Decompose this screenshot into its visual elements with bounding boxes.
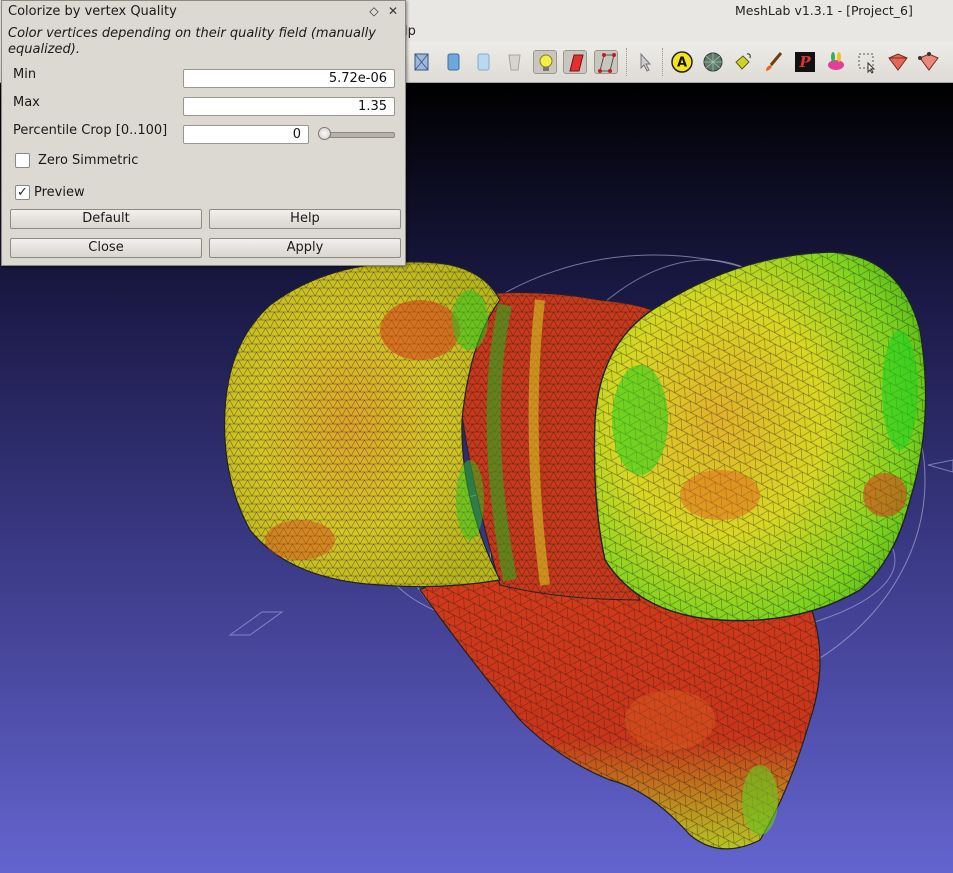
toolbar-separator [662, 48, 665, 76]
brush-icon[interactable] [762, 50, 786, 74]
max-field[interactable] [183, 97, 395, 116]
close-icon[interactable]: ✕ [385, 3, 401, 19]
select-faces-icon[interactable] [886, 50, 910, 74]
pointer-icon[interactable] [633, 50, 657, 74]
trackball-marker [927, 459, 953, 473]
percentile-crop-slider-track[interactable] [320, 132, 395, 138]
help-button[interactable]: Help [209, 209, 401, 229]
apply-button[interactable]: Apply [209, 238, 401, 258]
float-icon[interactable]: ◇ [366, 3, 382, 19]
red-box-icon[interactable] [563, 50, 587, 74]
light-bulb-icon[interactable] [533, 50, 557, 74]
percentile-crop-slider-handle[interactable] [318, 127, 331, 140]
preview-checkbox[interactable]: ✓ [15, 185, 30, 200]
select-vertices-icon[interactable] [917, 50, 941, 74]
percentile-crop-label: Percentile Crop [0..100] [13, 123, 168, 138]
vertex-box-icon[interactable] [594, 50, 618, 74]
dialog-title: Colorize by vertex Quality [8, 4, 177, 19]
min-label: Min [13, 67, 37, 82]
default-button[interactable]: Default [10, 209, 202, 229]
trackball-marker [228, 611, 284, 636]
cylinder-icon[interactable] [442, 50, 466, 74]
mesh-gray-icon[interactable] [503, 50, 527, 74]
percentile-crop-field[interactable] [183, 125, 309, 144]
min-field[interactable] [183, 69, 395, 88]
close-button[interactable]: Close [10, 238, 202, 258]
bunny-icon[interactable] [824, 50, 848, 74]
svg-text:P: P [798, 53, 811, 71]
window-title: MeshLab v1.3.1 - [Project_6] [735, 3, 913, 18]
preview-label: Preview [34, 185, 85, 200]
toolbar-separator [626, 48, 629, 76]
zero-simmetric-checkbox[interactable] [15, 153, 30, 168]
dialog-description: Color vertices depending on their qualit… [8, 26, 376, 57]
sphere-icon[interactable] [701, 50, 725, 74]
bucket-icon[interactable] [731, 50, 755, 74]
annotation-icon[interactable]: A [670, 50, 694, 74]
cylinder-light-icon[interactable] [472, 50, 496, 74]
zero-simmetric-label: Zero Simmetric [38, 153, 139, 168]
box-icon[interactable] [410, 50, 434, 74]
colorize-quality-dialog: Colorize by vertex Quality ◇ ✕ Color ver… [1, 0, 406, 266]
pp-icon[interactable]: P [793, 50, 817, 74]
select-icon[interactable] [855, 50, 879, 74]
annotation-glyph: A [677, 56, 687, 71]
max-label: Max [13, 95, 40, 110]
